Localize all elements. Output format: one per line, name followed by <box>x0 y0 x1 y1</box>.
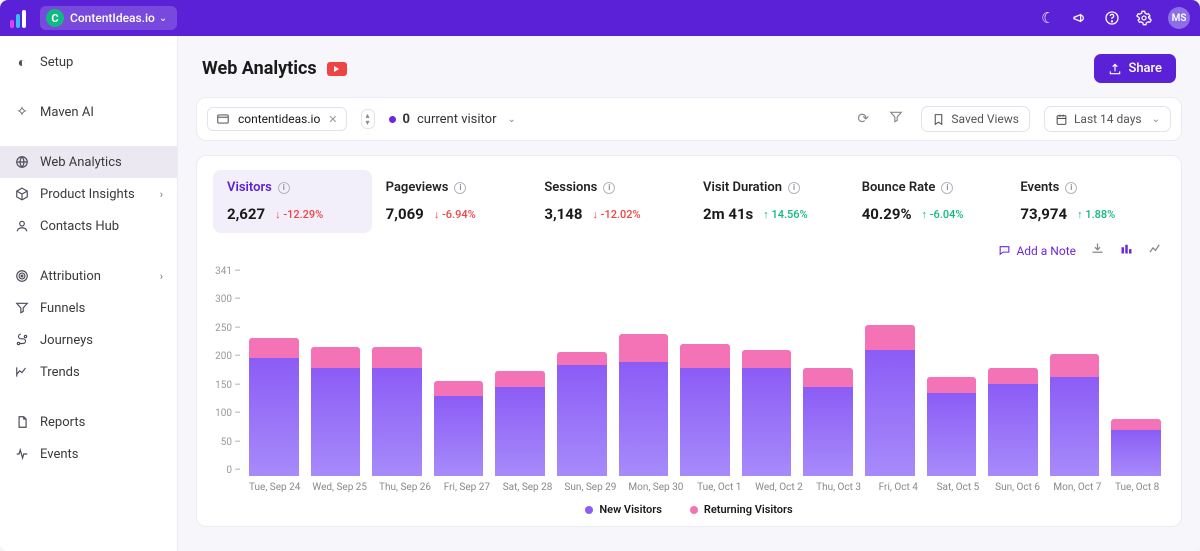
sidebar-item-setup[interactable]: ◐ Setup <box>0 46 177 78</box>
sidebar: ◐ Setup ✧ Maven AI Web Analytics Product… <box>0 36 178 551</box>
info-icon: i <box>788 182 800 194</box>
legend-new-visitors[interactable]: New Visitors <box>585 503 661 516</box>
ai-icon: ✧ <box>14 104 30 120</box>
bar[interactable] <box>557 352 607 476</box>
bar[interactable] <box>680 344 730 476</box>
kpi-events[interactable]: Eventsi73,974↑ 1.88% <box>1006 170 1165 233</box>
pulse-icon <box>14 446 30 462</box>
chevron-down-icon: ⌄ <box>159 13 167 24</box>
kpi-row: Visitorsi2,627↓ -12.29%Pageviewsi7,069↓ … <box>213 170 1165 233</box>
chart-line-icon <box>14 364 30 380</box>
route-icon <box>14 332 30 348</box>
comment-icon <box>998 244 1011 257</box>
page-title: Web Analytics <box>202 58 317 79</box>
chart-legend: New Visitors Returning Visitors <box>213 503 1165 516</box>
sidebar-item-maven-ai[interactable]: ✧ Maven AI <box>0 96 177 128</box>
chevron-right-icon: › <box>160 270 163 283</box>
bar[interactable] <box>865 325 915 476</box>
user-avatar[interactable]: MS <box>1168 7 1190 29</box>
info-icon: i <box>941 182 953 194</box>
kpi-visitors[interactable]: Visitorsi2,627↓ -12.29% <box>213 170 372 233</box>
live-dot-icon <box>389 116 396 123</box>
kpi-sessions[interactable]: Sessionsi3,148↓ -12.02% <box>530 170 689 233</box>
domain-stepper[interactable]: ▴▾ <box>361 109 375 129</box>
add-note-button[interactable]: Add a Note <box>998 244 1076 258</box>
brand-logo-icon[interactable] <box>10 8 30 28</box>
chart-toolbar: Add a Note <box>215 241 1163 260</box>
user-icon <box>14 218 30 234</box>
info-icon: i <box>278 182 290 194</box>
bar[interactable] <box>988 368 1038 476</box>
chevron-down-icon: ⌄ <box>508 114 516 125</box>
refresh-icon[interactable]: ⟳ <box>857 111 875 127</box>
sidebar-item-reports[interactable]: Reports <box>0 406 177 438</box>
bar[interactable] <box>742 350 792 476</box>
sidebar-item-funnels[interactable]: Funnels <box>0 292 177 324</box>
sidebar-item-web-analytics[interactable]: Web Analytics <box>0 146 177 178</box>
analytics-card: Visitorsi2,627↓ -12.29%Pageviewsi7,069↓ … <box>196 155 1182 527</box>
sidebar-item-product-insights[interactable]: Product Insights › <box>0 178 177 210</box>
bar[interactable] <box>311 347 361 476</box>
help-icon[interactable] <box>1104 10 1120 26</box>
bar[interactable] <box>927 377 977 476</box>
filter-bar: contentideas.io ✕ ▴▾ 0 current visitor ⌄… <box>196 97 1182 141</box>
visitors-chart: 341 –300 –250 –200 –150 –100 –50 –0 – <box>213 266 1165 476</box>
chevron-right-icon: › <box>160 188 163 201</box>
bar[interactable] <box>249 338 299 476</box>
sidebar-item-contacts-hub[interactable]: Contacts Hub <box>0 210 177 242</box>
globe-icon <box>14 154 30 170</box>
calendar-icon <box>1055 113 1068 126</box>
bar[interactable] <box>495 371 545 476</box>
kpi-bounce-rate[interactable]: Bounce Ratei40.29%↑ -6.04% <box>848 170 1007 233</box>
chevron-down-icon: ⌄ <box>1152 114 1160 125</box>
sidebar-item-events[interactable]: Events <box>0 438 177 470</box>
bar[interactable] <box>619 334 669 476</box>
close-icon[interactable]: ✕ <box>328 113 337 126</box>
info-icon: i <box>603 182 615 194</box>
bar[interactable] <box>1050 354 1100 476</box>
page-header: Web Analytics Share <box>178 36 1200 97</box>
spinner-icon: ◐ <box>14 54 30 70</box>
youtube-icon[interactable] <box>327 62 347 76</box>
workspace-switcher[interactable]: C ContentIdeas.io ⌄ <box>40 6 177 30</box>
document-icon <box>14 414 30 430</box>
bookmark-icon <box>932 113 945 126</box>
window-icon <box>216 112 230 126</box>
megaphone-icon[interactable] <box>1072 10 1088 26</box>
kpi-pageviews[interactable]: Pageviewsi7,069↓ -6.94% <box>372 170 531 233</box>
info-icon: i <box>1065 182 1077 194</box>
target-icon <box>14 268 30 284</box>
sidebar-item-attribution[interactable]: Attribution › <box>0 260 177 292</box>
bar-chart-icon[interactable] <box>1119 241 1134 260</box>
info-icon: i <box>454 182 466 194</box>
topbar: C ContentIdeas.io ⌄ ☾ MS <box>0 0 1200 36</box>
date-range-button[interactable]: Last 14 days ⌄ <box>1044 106 1171 132</box>
sidebar-item-trends[interactable]: Trends <box>0 356 177 388</box>
y-axis: 341 –300 –250 –200 –150 –100 –50 –0 – <box>213 266 245 476</box>
chart-plot <box>245 266 1165 476</box>
saved-views-button[interactable]: Saved Views <box>921 106 1030 132</box>
moon-icon[interactable]: ☾ <box>1040 10 1056 26</box>
settings-gear-icon[interactable] <box>1136 10 1152 26</box>
workspace-avatar-icon: C <box>46 9 64 27</box>
kpi-visit-duration[interactable]: Visit Durationi2m 41s↑ 14.56% <box>689 170 848 233</box>
workspace-name: ContentIdeas.io <box>70 11 155 25</box>
sidebar-item-journeys[interactable]: Journeys <box>0 324 177 356</box>
cube-icon <box>14 186 30 202</box>
bar[interactable] <box>1111 419 1161 476</box>
bar[interactable] <box>372 347 422 476</box>
x-axis: Tue, Sep 24Wed, Sep 25Thu, Sep 26Fri, Se… <box>245 476 1165 493</box>
line-chart-icon[interactable] <box>1148 241 1163 260</box>
legend-returning-visitors[interactable]: Returning Visitors <box>690 503 793 516</box>
filter-icon[interactable] <box>889 110 907 128</box>
live-visitors[interactable]: 0 current visitor ⌄ <box>389 112 516 127</box>
share-button[interactable]: Share <box>1094 54 1176 83</box>
download-icon[interactable] <box>1090 241 1105 260</box>
domain-chip[interactable]: contentideas.io ✕ <box>207 107 347 131</box>
bar[interactable] <box>803 368 853 476</box>
bar[interactable] <box>434 381 484 476</box>
funnel-icon <box>14 300 30 316</box>
